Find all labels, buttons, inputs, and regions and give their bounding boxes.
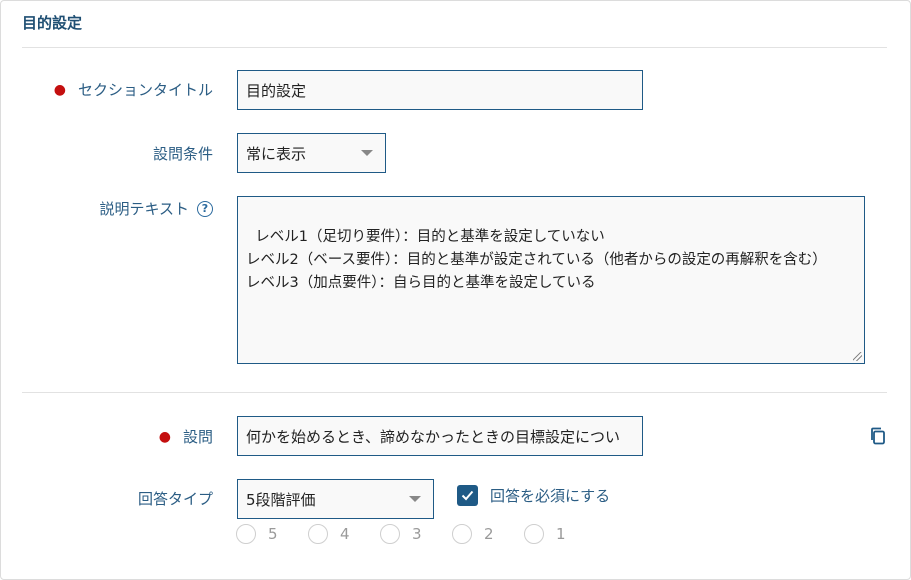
- divider: [22, 47, 887, 48]
- answer-type-select[interactable]: 5段階評価: [237, 479, 434, 519]
- rating-label: 5: [268, 525, 278, 543]
- description-label-text: 説明テキスト: [99, 200, 189, 218]
- question-input[interactable]: 何かを始めるとき、諦めなかったときの目標設定につい: [237, 416, 643, 456]
- condition-label: 設問条件: [153, 143, 213, 164]
- section-title-input[interactable]: 目的設定: [237, 70, 643, 110]
- question-circle-icon[interactable]: ?: [197, 200, 213, 217]
- rating-option[interactable]: 5: [236, 524, 308, 544]
- condition-select[interactable]: 常に表示: [237, 133, 386, 173]
- required-checkbox-label[interactable]: 回答を必須にする: [490, 485, 610, 506]
- section-title-value: 目的設定: [246, 81, 307, 100]
- question-value: 何かを始めるとき、諦めなかったときの目標設定につい: [246, 427, 620, 446]
- required-mark: ●: [53, 81, 66, 98]
- condition-label-text: 設問条件: [152, 145, 213, 163]
- condition-value: 常に表示: [246, 144, 307, 163]
- divider: [22, 392, 887, 393]
- required-checkbox[interactable]: [457, 485, 478, 506]
- checkmark-icon: [461, 490, 474, 501]
- radio-button[interactable]: [524, 524, 544, 544]
- answer-type-value: 5段階評価: [246, 490, 316, 509]
- rating-label: 3: [412, 525, 422, 543]
- section-heading: 目的設定: [22, 14, 83, 32]
- question-label-text: 設問: [182, 428, 213, 446]
- section-title-label-text: セクションタイトル: [77, 81, 213, 99]
- required-mark: ●: [158, 428, 171, 445]
- rating-label: 1: [556, 525, 566, 543]
- radio-button[interactable]: [452, 524, 472, 544]
- section-title-label: ● セクションタイトル: [54, 79, 213, 100]
- radio-button[interactable]: [236, 524, 256, 544]
- rating-option[interactable]: 4: [308, 524, 380, 544]
- rating-label: 4: [340, 525, 350, 543]
- rating-option[interactable]: 3: [380, 524, 452, 544]
- description-textarea[interactable]: レベル1（足切り要件）：目的と基準を設定していない レベル2（ベース要件）：目的…: [237, 196, 865, 364]
- description-label: 説明テキスト ?: [99, 198, 213, 219]
- rating-option[interactable]: 2: [452, 524, 524, 544]
- resize-handle-icon[interactable]: [853, 352, 862, 361]
- answer-type-label-text: 回答タイプ: [137, 490, 213, 508]
- question-label: ● 設問: [159, 426, 213, 447]
- rating-option[interactable]: 1: [524, 524, 596, 544]
- copy-icon[interactable]: [869, 427, 887, 445]
- answer-type-label: 回答タイプ: [138, 488, 213, 509]
- description-value: レベル1（足切り要件）：目的と基準を設定していない レベル2（ベース要件）：目的…: [246, 229, 827, 291]
- chevron-down-icon: [409, 496, 421, 502]
- chevron-down-icon: [361, 150, 373, 156]
- rating-options: 5 4 3 2 1: [236, 524, 596, 544]
- radio-button[interactable]: [308, 524, 328, 544]
- radio-button[interactable]: [380, 524, 400, 544]
- rating-label: 2: [484, 525, 494, 543]
